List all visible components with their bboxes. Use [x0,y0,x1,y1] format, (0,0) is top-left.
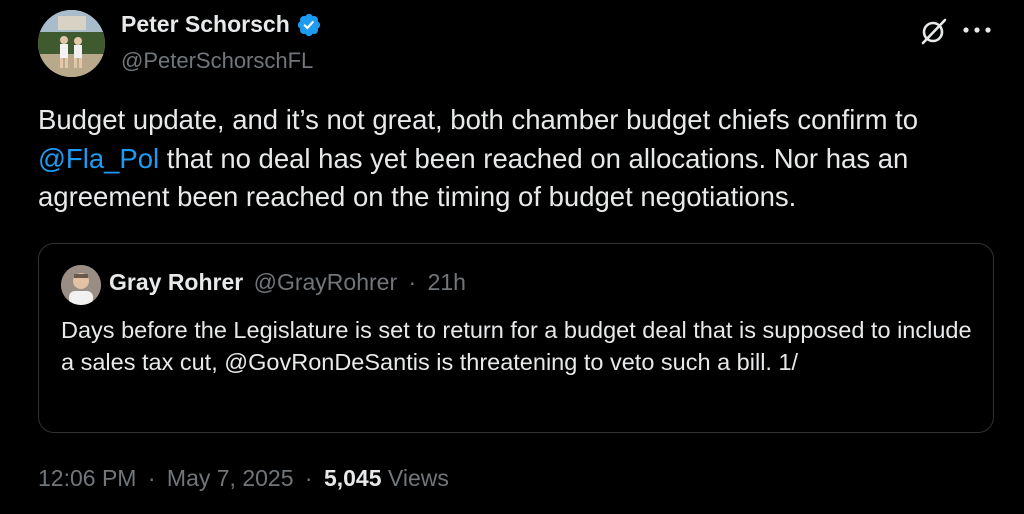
tweet-time[interactable]: 12:06 PM [38,465,136,491]
tweet-date[interactable]: May 7, 2025 [167,465,294,491]
quote-author-avatar[interactable] [61,265,101,305]
mention-link[interactable]: @Fla_Pol [38,143,159,174]
quote-author-handle[interactable]: @GrayRohrer [254,269,398,295]
more-options-icon[interactable] [960,26,994,34]
author-handle[interactable]: @PeterSchorschFL [121,48,313,74]
quote-text: Days before the Legislature is set to re… [61,317,972,375]
tweet-text-part2: that no deal has yet been reached on all… [38,142,909,213]
meta-separator: · [147,465,156,491]
author-name[interactable]: Peter Schorsch [121,11,322,38]
quote-author-name[interactable]: Gray Rohrer [109,269,243,295]
quote-header: Gray Rohrer @GrayRohrer · 21h [109,269,466,296]
quoted-tweet-card[interactable]: Gray Rohrer @GrayRohrer · 21h Days befor… [38,243,994,433]
quote-separator: · [408,269,417,295]
meta-separator-2: · [304,465,313,491]
tweet-text-part1: Budget update, and it’s not great, both … [38,104,919,135]
tweet-text: Budget update, and it’s not great, both … [38,101,998,217]
grok-icon[interactable] [919,16,949,46]
views-label: Views [387,465,449,491]
tweet-metadata: 12:06 PM · May 7, 2025 · 5,045 Views [38,465,449,492]
quote-timestamp[interactable]: 21h [428,269,466,295]
verified-badge-icon[interactable] [296,12,322,38]
author-name-text[interactable]: Peter Schorsch [121,11,290,38]
views-count[interactable]: 5,045 [324,465,382,491]
author-avatar[interactable] [38,10,105,77]
tweet: Peter Schorsch @PeterSchorschFL Budget u… [0,0,1024,514]
